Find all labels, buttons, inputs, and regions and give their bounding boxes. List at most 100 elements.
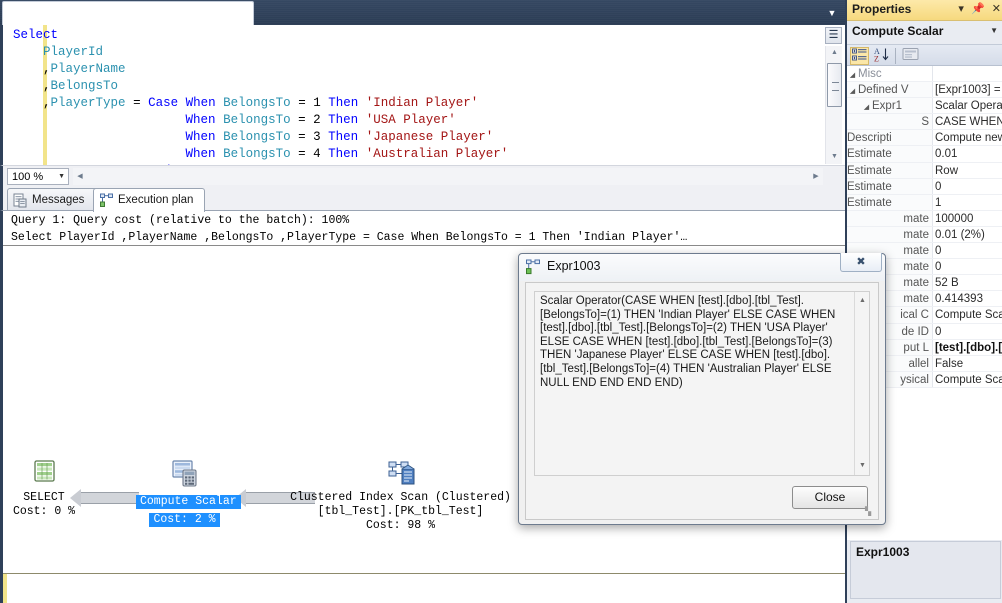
properties-row-name: Estimate	[847, 194, 933, 210]
properties-row-value: [test].[dbo].[tb	[935, 341, 1002, 354]
resize-grip-icon[interactable]: ▚	[865, 507, 875, 517]
expression-textarea[interactable]: Scalar Operator(CASE WHEN [test].[dbo].[…	[534, 291, 870, 476]
dialog-title-bar[interactable]: Expr1003 ✖	[519, 253, 885, 281]
dialog-body: Scalar Operator(CASE WHEN [test].[dbo].[…	[525, 282, 879, 520]
properties-row-name: S	[847, 114, 933, 130]
properties-row-value: 0.414393	[935, 293, 983, 306]
properties-row-value: Compute new	[935, 132, 1002, 145]
properties-row[interactable]: ◢Expr1 Scalar Operato	[847, 98, 1002, 115]
properties-row-value: CASE WHEN [	[935, 116, 1002, 129]
execution-plan-icon	[525, 259, 541, 275]
tab-messages-label: Messages	[32, 194, 85, 206]
properties-description-title: Expr1003	[856, 545, 910, 559]
properties-row-value: 0	[935, 261, 942, 274]
plan-bottom-bar	[3, 574, 845, 603]
properties-title-bar: Properties ▾ 📌 ✕	[847, 0, 1002, 21]
plan-node-clustered-index-scan[interactable]: Clustered Index Scan (Clustered) [tbl_Te…	[288, 459, 513, 533]
alphabetical-sort-button[interactable]: A Z	[873, 47, 892, 65]
triangle-up-icon[interactable]: ▲	[855, 294, 870, 308]
tab-execution-plan-label: Execution plan	[118, 194, 194, 206]
dialog-close-icon[interactable]: ✖	[840, 253, 882, 272]
properties-row-value	[935, 66, 1002, 81]
dialog-title: Expr1003	[547, 259, 601, 273]
properties-row-value: False	[935, 357, 964, 370]
plan-node-scan-name-2: [tbl_Test].[PK_tbl_Test]	[317, 505, 484, 518]
plan-header-line2: Select PlayerId ,PlayerName ,BelongsTo ,…	[11, 231, 688, 244]
property-pages-button[interactable]	[901, 47, 920, 65]
twisty-icon[interactable]: ◢	[861, 100, 872, 113]
chevron-down-icon[interactable]: ▼	[990, 26, 998, 35]
sql-code-text[interactable]: Select PlayerId ,PlayerName ,BelongsTo ,…	[13, 27, 817, 180]
twisty-icon[interactable]: ◢	[847, 84, 858, 97]
plan-node-select-cost: Cost: 0 %	[12, 505, 76, 518]
triangle-down-icon[interactable]: ▼	[855, 459, 870, 473]
results-tab-strip: Messages Execution plan	[0, 187, 845, 212]
plan-header-text: Query 1: Query cost (relative to the bat…	[3, 211, 845, 246]
close-button[interactable]: Close	[792, 486, 868, 509]
triangle-down-icon[interactable]: ▼	[826, 150, 843, 164]
properties-object-name: Compute Scalar	[852, 24, 944, 38]
properties-description-pane: Expr1003	[850, 541, 1001, 599]
split-editor-icon[interactable]: ☰	[825, 27, 842, 44]
properties-row-name: Estimate	[847, 146, 933, 162]
properties-row[interactable]: Estimate Row	[847, 162, 1002, 179]
expression-dialog: Expr1003 ✖ Scalar Operator(CASE WHEN [te…	[518, 253, 886, 525]
properties-row-value: 52 B	[935, 277, 959, 290]
editor-status-row: 100 % ▼ ◀ ▶	[0, 165, 845, 187]
properties-row[interactable]: mate 100000	[847, 210, 1002, 227]
properties-row[interactable]: S CASE WHEN [	[847, 114, 1002, 131]
twisty-icon[interactable]: ◢	[847, 68, 858, 81]
tab-execution-plan[interactable]: Execution plan	[93, 188, 205, 212]
properties-row-value: Row	[935, 164, 959, 177]
plan-node-scan-cost: Cost: 98 %	[365, 519, 435, 532]
properties-row-value: Compute Scal	[935, 309, 1002, 322]
properties-row-name: ◢ Expr1	[847, 98, 933, 114]
chevron-down-icon[interactable]: ▾	[958, 3, 964, 15]
properties-row-value: 0.01	[935, 148, 958, 161]
plan-header-line1: Query 1: Query cost (relative to the bat…	[11, 214, 350, 227]
chevron-down-icon[interactable]: ▼	[825, 7, 839, 19]
svg-text:Z: Z	[874, 55, 879, 64]
sql-editor[interactable]: Select PlayerId ,PlayerName ,BelongsTo ,…	[0, 25, 845, 178]
messages-icon	[13, 193, 28, 208]
categorized-button[interactable]	[850, 47, 869, 65]
properties-row-group[interactable]: ◢ Misc	[847, 66, 1002, 83]
properties-row-value: 100000	[935, 212, 974, 225]
plan-node-select[interactable]: SELECT Cost: 0 %	[11, 459, 77, 519]
properties-row-value: Scalar Operato	[935, 100, 1002, 113]
properties-row-name: mate	[847, 210, 933, 226]
plan-node-compute-scalar[interactable]: Compute Scalar Cost: 2 %	[136, 459, 241, 527]
editor-horizontal-scrollbar[interactable]: ◀ ▶	[73, 168, 823, 185]
zoom-level-combo[interactable]: 100 % ▼	[7, 168, 69, 185]
scrollbar-thumb[interactable]	[827, 63, 842, 107]
triangle-up-icon[interactable]: ▲	[826, 46, 843, 60]
properties-row-name: ◢ Defined V	[847, 82, 933, 98]
triangle-left-icon[interactable]: ◀	[73, 168, 87, 185]
close-icon[interactable]: ✕	[992, 3, 1001, 15]
properties-row[interactable]: Estimate 1	[847, 194, 1002, 211]
triangle-right-icon[interactable]: ▶	[809, 168, 823, 185]
properties-row[interactable]: Descripti Compute new	[847, 130, 1002, 147]
compute-scalar-icon	[169, 459, 201, 489]
properties-object-selector[interactable]: Compute Scalar ▼	[847, 21, 1002, 44]
editor-vertical-scrollbar[interactable]: ▲ ▼	[825, 46, 842, 164]
expression-scrollbar[interactable]: ▲ ▼	[854, 292, 869, 475]
pin-icon[interactable]: 📌	[971, 3, 985, 15]
properties-row-name: mate	[847, 226, 933, 243]
expression-text: Scalar Operator(CASE WHEN [test].[dbo].[…	[540, 295, 836, 389]
properties-toolbar: A Z	[847, 44, 1002, 66]
properties-row[interactable]: mate 0.01 (2%)	[847, 226, 1002, 244]
document-tab[interactable]	[2, 1, 254, 25]
properties-row[interactable]: ◢Defined V [Expr1003] = S	[847, 82, 1002, 99]
plan-node-compute-scalar-cost: Cost: 2 %	[153, 513, 216, 526]
chevron-down-icon[interactable]: ▼	[58, 169, 65, 185]
ssms-window: ▼ Select PlayerId ,PlayerName ,BelongsTo…	[0, 0, 1002, 603]
properties-row[interactable]: Estimate 0.01	[847, 146, 1002, 163]
properties-row-name: ◢ Misc	[847, 66, 933, 82]
plan-arrow-body-1	[81, 492, 139, 504]
properties-row-value: 0	[935, 325, 942, 338]
properties-row[interactable]: Estimate 0	[847, 178, 1002, 195]
properties-row-value: 1	[935, 196, 942, 209]
properties-row-name: Descripti	[847, 130, 933, 146]
tab-messages[interactable]: Messages	[7, 188, 99, 211]
